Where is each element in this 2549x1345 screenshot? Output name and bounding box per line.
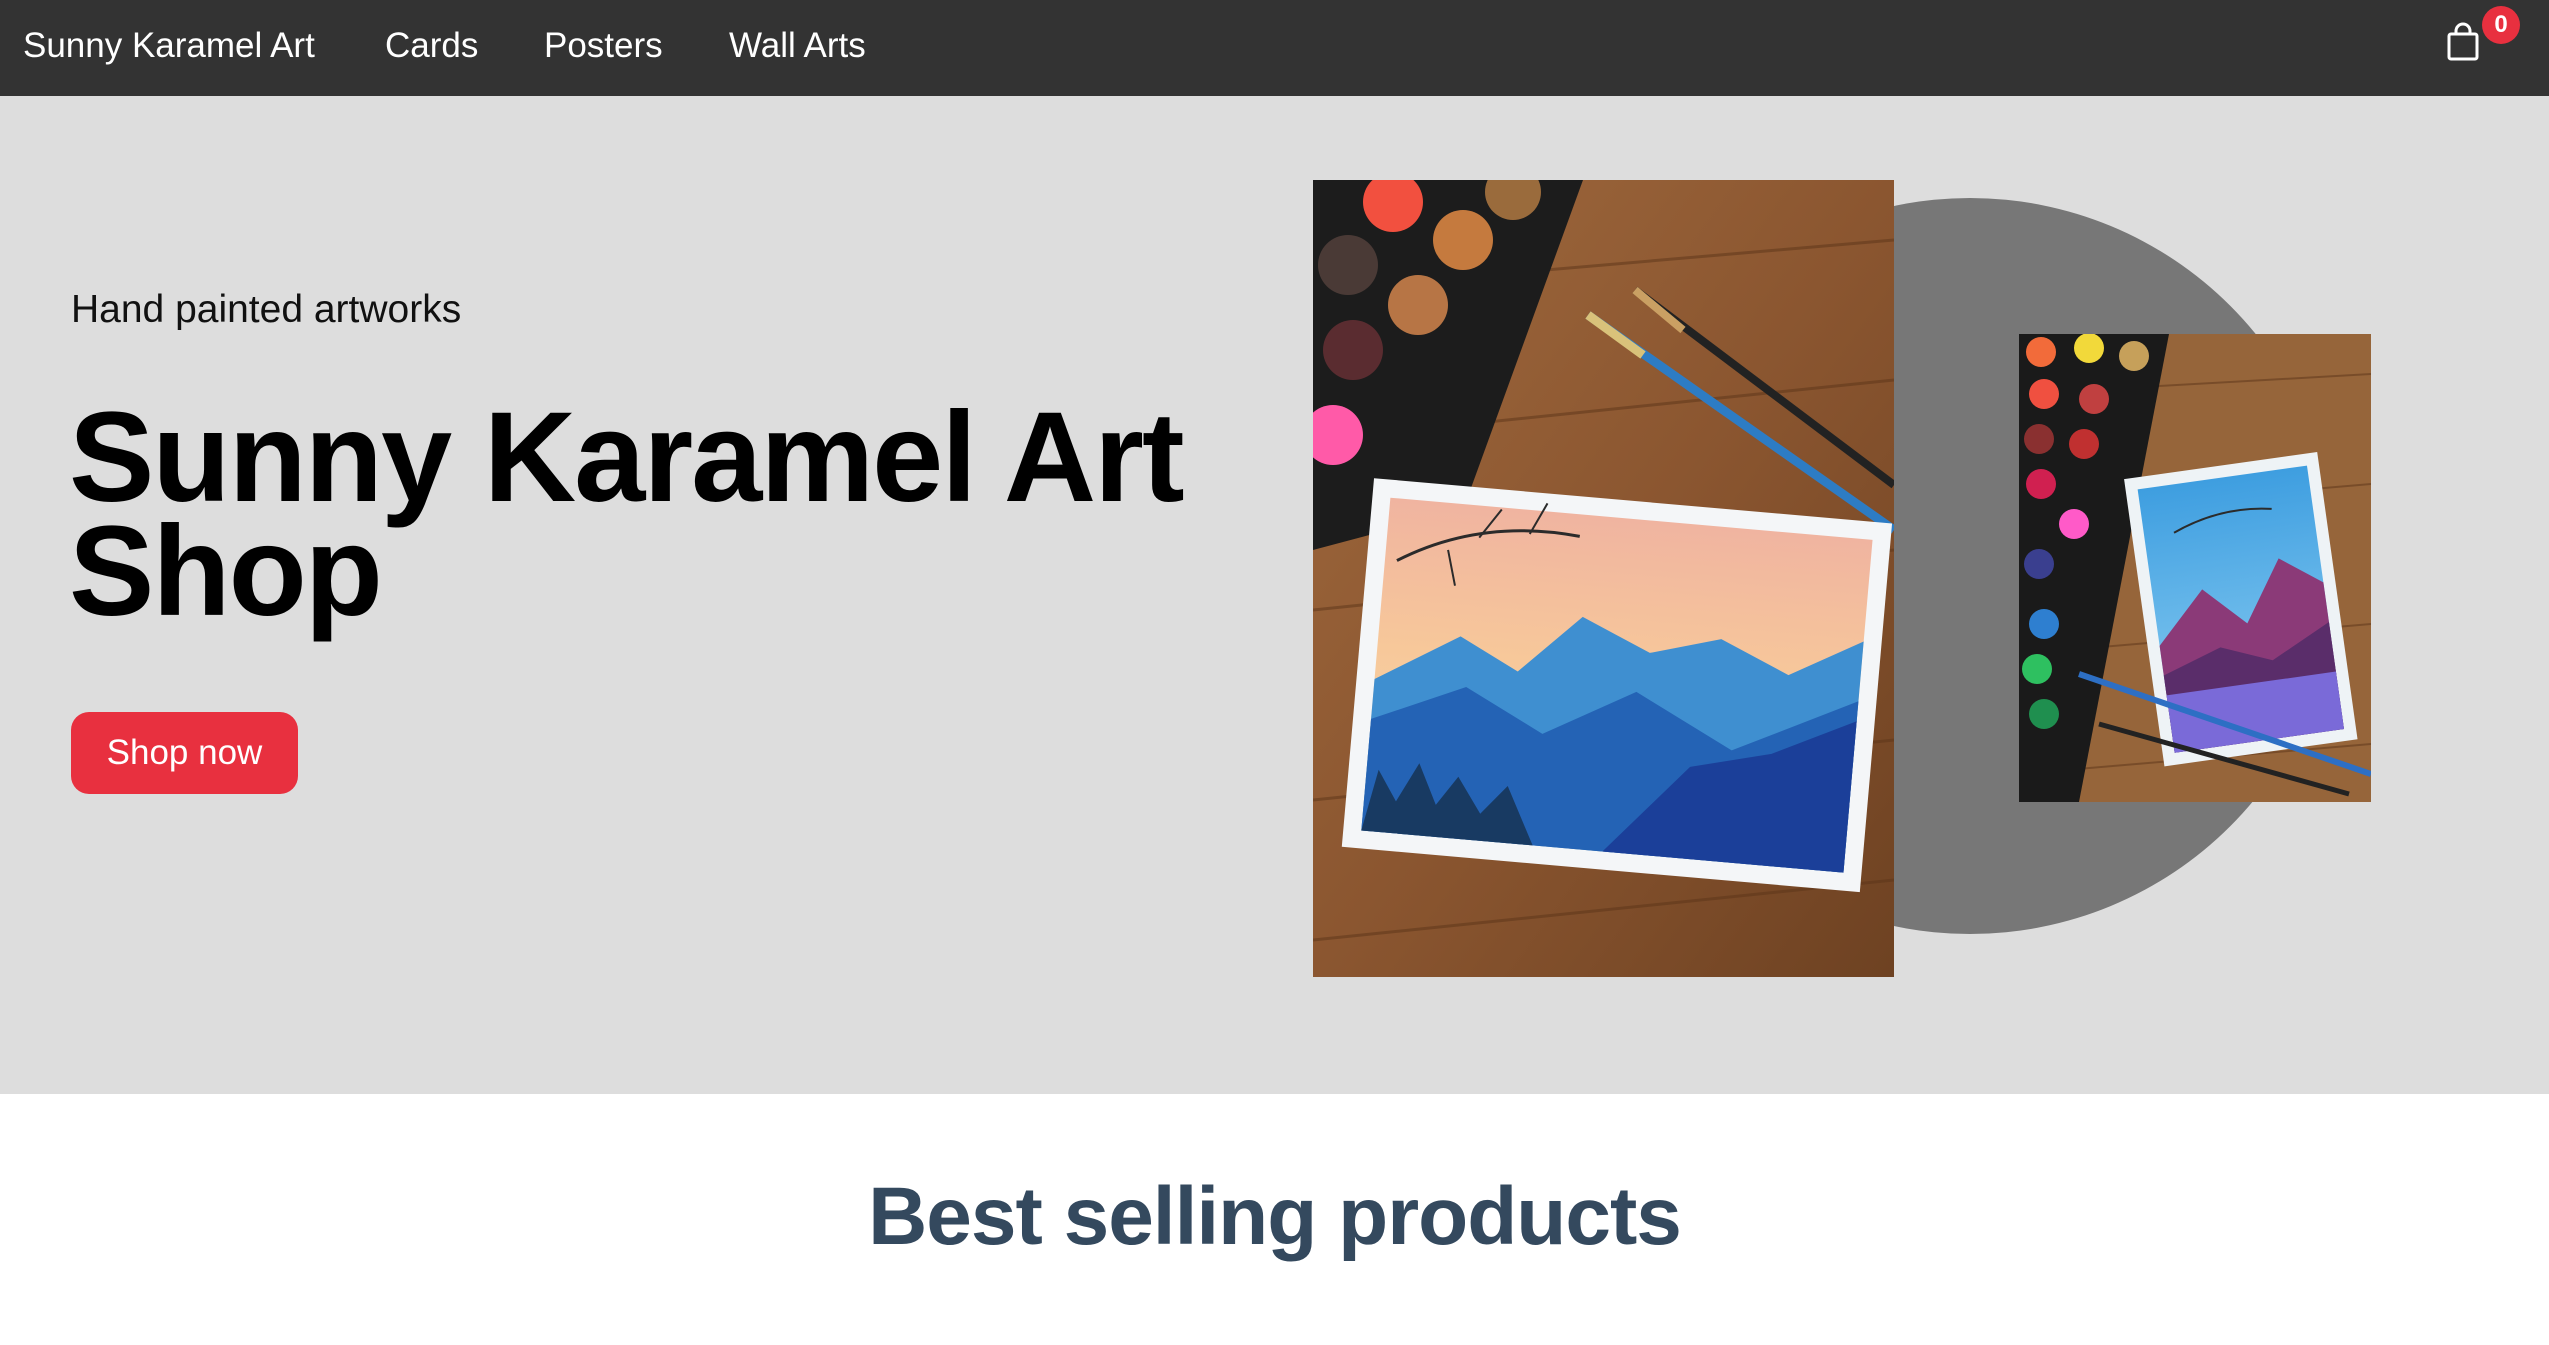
hero-image-small [2019,334,2371,802]
best-selling-title: Best selling products [868,1171,1682,1262]
hero-section: Hand painted artworks Sunny Karamel Art … [0,96,2549,1094]
hero-title: Sunny Karamel Art Shop [69,386,1185,643]
top-nav: Sunny Karamel Art Cards Posters Wall Art… [0,0,2549,96]
hero-tagline: Hand painted artworks [71,288,462,331]
hero-image-main [1313,180,1894,977]
nav-link-wall-arts[interactable]: Wall Arts [729,22,866,70]
nav-link-cards[interactable]: Cards [385,22,478,70]
nav-link-posters[interactable]: Posters [544,22,663,70]
shop-now-button[interactable]: Shop now [71,712,298,794]
cart-count-badge: 0 [2482,6,2520,44]
shopping-bag-icon[interactable] [2446,22,2480,62]
brand-link[interactable]: Sunny Karamel Art [23,22,315,70]
